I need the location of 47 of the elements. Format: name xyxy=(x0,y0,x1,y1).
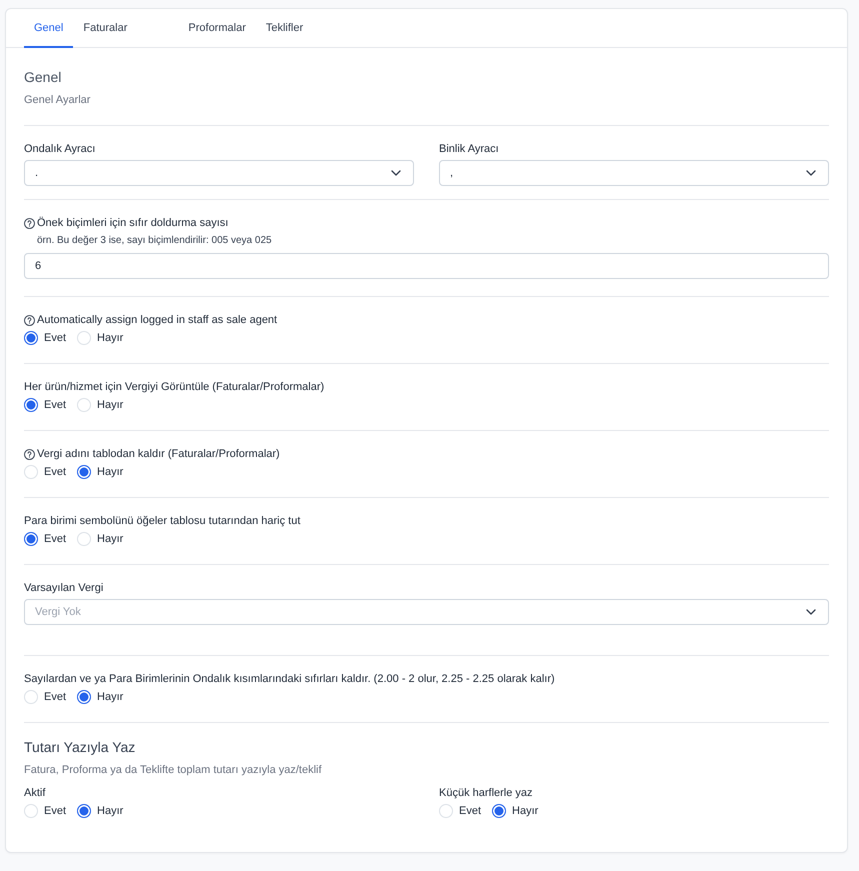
option-label: Evet xyxy=(459,804,482,818)
option-label: Hayır xyxy=(97,398,124,412)
field-label: Her ürün/hizmet için Vergiyi Görüntüle (Faturalar/Proformalar) xyxy=(24,380,324,394)
field-label: Binlik Ayracı xyxy=(439,142,499,156)
tab[interactable]: Proformalar xyxy=(178,9,256,48)
option-label: Evet xyxy=(44,690,66,704)
option-label: Evet xyxy=(44,804,66,818)
radio-button[interactable] xyxy=(492,804,506,818)
field-label: Küçük harflerle yaz xyxy=(439,786,533,800)
section-subtitle: Fatura, Proforma ya da Teklifte toplam tutarı yazıyla yaz/teklif xyxy=(24,763,323,777)
radio-button[interactable] xyxy=(77,690,92,704)
field-label: Aktif xyxy=(24,786,46,800)
section-title: Genel xyxy=(24,68,62,86)
option-label: Evet xyxy=(44,465,66,479)
section-title: Tutarı Yazıyla Yaz xyxy=(24,738,136,756)
tab[interactable]: Teklifler xyxy=(256,9,314,48)
field-label: Para birimi sembolünü öğeler tablosu tutarından hariç tut xyxy=(24,514,300,528)
radio-button[interactable] xyxy=(77,804,92,818)
option-label: Evet xyxy=(44,532,66,546)
option-label: Hayır xyxy=(97,690,124,704)
radio-button[interactable] xyxy=(24,398,38,412)
radio-button[interactable] xyxy=(77,465,92,479)
section-subtitle: Genel Ayarlar xyxy=(24,93,92,107)
option-label: Hayır xyxy=(97,804,124,818)
input-field[interactable]: 6 xyxy=(24,253,829,279)
chevron-down-icon xyxy=(806,609,816,615)
option-label: Hayır xyxy=(97,331,124,345)
option-label: Hayır xyxy=(97,465,124,479)
hint-text: örn. Bu değer 3 ise, sayı biçimlendirilir: 005 veya 025 xyxy=(37,234,273,248)
option-label: Hayır xyxy=(97,532,124,546)
option-label: Evet xyxy=(44,398,66,412)
field-label: Automatically assign logged in staff as sale agent xyxy=(37,313,278,327)
field-label: Varsayılan Vergi xyxy=(24,581,104,595)
field-label: Vergi adını tablodan kaldır (Faturalar/Proformalar) xyxy=(37,447,280,461)
select-field[interactable]: , xyxy=(439,160,829,186)
tab[interactable]: Faturalar xyxy=(73,9,138,48)
chevron-down-icon xyxy=(391,170,401,176)
select-field[interactable]: . xyxy=(24,160,414,186)
radio-button[interactable] xyxy=(24,532,38,546)
option-label: Hayır xyxy=(512,804,538,818)
field-label: Sayılardan ve ya Para Birimlerinin Ondalık kısımlarındaki sıfırları kaldır. (2.00 - 2 olur, 2.25 - 2.25 olarak kalır) xyxy=(24,672,555,686)
chevron-down-icon xyxy=(806,170,816,176)
option-label: Evet xyxy=(44,331,66,345)
radio-button[interactable] xyxy=(24,331,38,345)
field-label: Önek biçimleri için sıfır doldurma sayısı xyxy=(37,216,228,230)
field-label: Ondalık Ayracı xyxy=(24,142,96,156)
tab[interactable]: Genel xyxy=(24,9,74,48)
